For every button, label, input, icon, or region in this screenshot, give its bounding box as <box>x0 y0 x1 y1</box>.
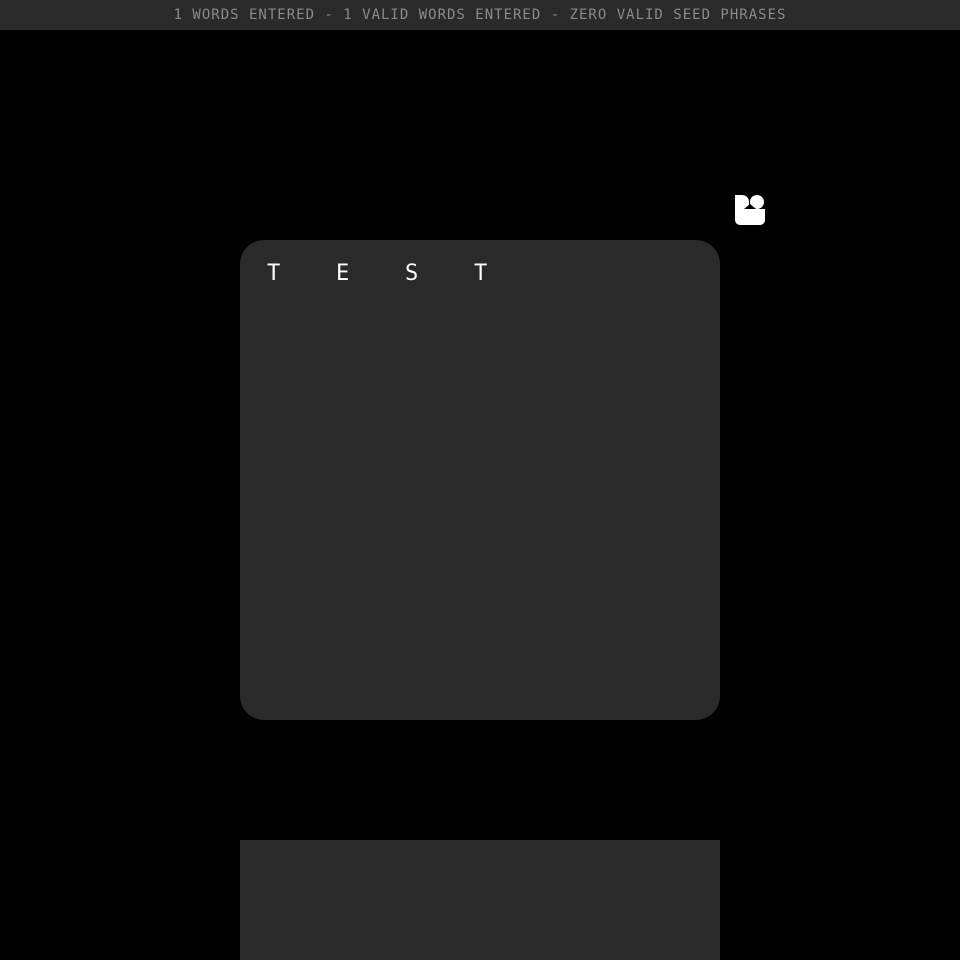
lower-panel <box>240 840 720 960</box>
entered-word: T E S T <box>264 260 540 288</box>
seed-phrase-editor[interactable]: T E S T <box>240 240 720 720</box>
word-letter: S <box>405 261 419 286</box>
status-bar: 1 WORDS ENTERED - 1 VALID WORDS ENTERED … <box>0 0 960 30</box>
app-logo-icon[interactable] <box>735 195 765 225</box>
word-letter: E <box>336 261 350 286</box>
word-letter: T <box>474 261 488 286</box>
word-letter: T <box>267 261 281 286</box>
